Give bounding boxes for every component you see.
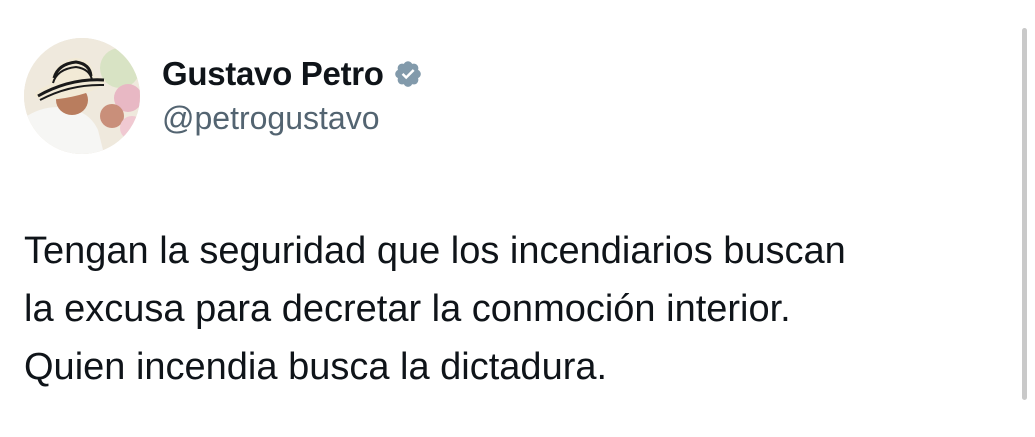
author-name-row: Gustavo Petro <box>162 52 423 96</box>
tweet-card: Gustavo Petro @petrogustavo Tengan la se… <box>0 0 1035 437</box>
verified-badge-icon <box>393 59 423 89</box>
author-display-name[interactable]: Gustavo Petro <box>162 55 384 93</box>
scrollbar[interactable] <box>1022 28 1027 400</box>
tweet-text: Tengan la seguridad que los incendiarios… <box>24 222 1014 396</box>
avatar-photo-icon <box>24 38 140 154</box>
tweet-text-line: la excusa para decretar la conmoción int… <box>24 288 791 330</box>
tweet-text-line: Quien incendia busca la dictadura. <box>24 346 608 388</box>
tweet-text-line: Tengan la seguridad que los incendiarios… <box>24 230 846 272</box>
author-handle[interactable]: @petrogustavo <box>162 100 380 137</box>
profile-avatar[interactable] <box>24 38 140 154</box>
